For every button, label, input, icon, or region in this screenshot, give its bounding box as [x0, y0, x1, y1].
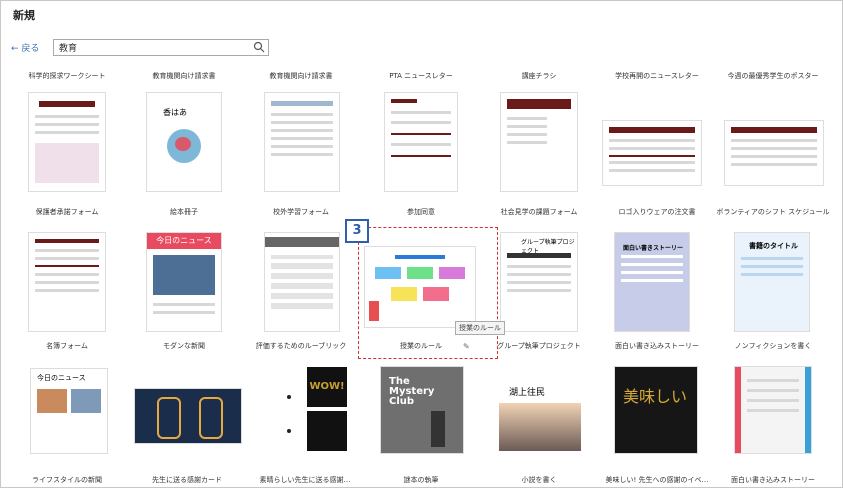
- template-caption[interactable]: 面白い書き込みストーリー: [615, 341, 699, 351]
- template-caption[interactable]: 社会見学の課題フォーム: [501, 207, 578, 217]
- thumbnail-text: 書籍のタイトル: [749, 242, 798, 250]
- template-thumbnail[interactable]: [501, 93, 577, 191]
- template-thumbnail[interactable]: 今日のニュース: [147, 233, 221, 331]
- template-caption[interactable]: ライフスタイルの新聞: [32, 475, 102, 485]
- header-label[interactable]: 科学的探求ワークシート: [29, 71, 106, 81]
- search-input[interactable]: 教育: [53, 39, 269, 56]
- pin-icon[interactable]: ✎: [463, 342, 470, 351]
- template-thumbnail[interactable]: The Mystery Club: [381, 367, 463, 453]
- template-thumbnail[interactable]: [265, 233, 339, 331]
- header-label[interactable]: 講座チラシ: [522, 71, 557, 81]
- header-label[interactable]: 教育機関向け請求書: [153, 71, 216, 81]
- template-caption[interactable]: 名簿フォーム: [46, 341, 88, 351]
- template-thumbnail[interactable]: 美味しい: [615, 367, 697, 453]
- template-caption[interactable]: 絵本冊子: [170, 207, 198, 217]
- template-caption[interactable]: グループ執筆プロジェクト: [497, 341, 581, 351]
- template-thumbnail[interactable]: 湖上往民: [499, 385, 581, 451]
- template-caption[interactable]: モダンな新聞: [163, 341, 205, 351]
- template-thumbnail[interactable]: 書籍のタイトル: [735, 233, 809, 331]
- thumbnail-text: 今日のニュース: [37, 374, 86, 382]
- template-caption[interactable]: ボランティアのシフト スケジュール: [716, 207, 829, 217]
- template-thumbnail[interactable]: グループ執筆プロジェクト: [501, 233, 577, 331]
- thumbnail-text: 今日のニュース: [147, 233, 221, 249]
- template-caption[interactable]: ロゴ入りウェアの注文書: [619, 207, 696, 217]
- template-thumbnail[interactable]: [385, 93, 457, 191]
- highlight-callout: [358, 227, 498, 359]
- header-label[interactable]: PTA ニュースレター: [389, 71, 453, 81]
- template-caption[interactable]: 保護者承諾フォーム: [36, 207, 99, 217]
- thumbnail-text: 湖上往民: [509, 388, 546, 398]
- thumbnail-text: 香はあ: [163, 108, 187, 117]
- template-caption[interactable]: 小説を書く: [522, 475, 557, 485]
- window-title: 新規: [13, 9, 35, 22]
- thumbnail-text: WOW!: [307, 367, 347, 407]
- template-caption[interactable]: 評価するためのルーブリック: [256, 341, 347, 351]
- back-button[interactable]: ← 戻る: [11, 41, 39, 54]
- template-caption[interactable]: 先生に送る感謝カード: [152, 475, 222, 485]
- header-label[interactable]: 今週の最優秀学生のポスター: [728, 71, 819, 81]
- template-caption[interactable]: 素晴らしい先生に送る感謝…: [260, 475, 351, 485]
- step-badge: 3: [345, 219, 369, 243]
- template-thumbnail[interactable]: WOW!: [271, 367, 347, 453]
- template-caption[interactable]: 謎本の執筆: [404, 475, 439, 485]
- template-thumbnail[interactable]: [29, 233, 105, 331]
- template-caption[interactable]: 美味しい! 先生への感謝のイベ…: [605, 475, 708, 485]
- template-caption[interactable]: 面白い書き込みストーリー: [731, 475, 815, 485]
- template-thumbnail[interactable]: [135, 389, 241, 443]
- template-gallery-window: 新規 ← 戻る 教育 科学的探求ワークシート 教育機関向け請求書 教育機関向け請…: [0, 0, 843, 488]
- template-thumbnail[interactable]: [265, 93, 339, 191]
- template-thumbnail[interactable]: 香はあ: [147, 93, 221, 191]
- thumbnail-text: 美味しい: [623, 387, 688, 406]
- search-value: 教育: [59, 44, 78, 54]
- template-thumbnail[interactable]: [725, 121, 823, 185]
- template-thumbnail[interactable]: 今日のニュース: [31, 369, 107, 453]
- template-caption[interactable]: 参加同意: [407, 207, 435, 217]
- template-thumbnail[interactable]: [735, 367, 811, 453]
- thumbnail-text: 面白い書きストーリー: [623, 245, 684, 252]
- tooltip: 授業のルール: [455, 321, 505, 335]
- header-label[interactable]: 学校再開のニュースレター: [615, 71, 699, 81]
- template-caption[interactable]: 校外学習フォーム: [273, 207, 329, 217]
- header-label[interactable]: 教育機関向け請求書: [270, 71, 333, 81]
- template-thumbnail[interactable]: [603, 121, 701, 185]
- search-icon[interactable]: [253, 41, 265, 53]
- thumbnail-text: Club: [389, 396, 415, 407]
- template-thumbnail[interactable]: 面白い書きストーリー: [615, 233, 689, 331]
- template-caption[interactable]: ノンフィクションを書く: [735, 341, 812, 351]
- template-thumbnail[interactable]: [29, 93, 105, 191]
